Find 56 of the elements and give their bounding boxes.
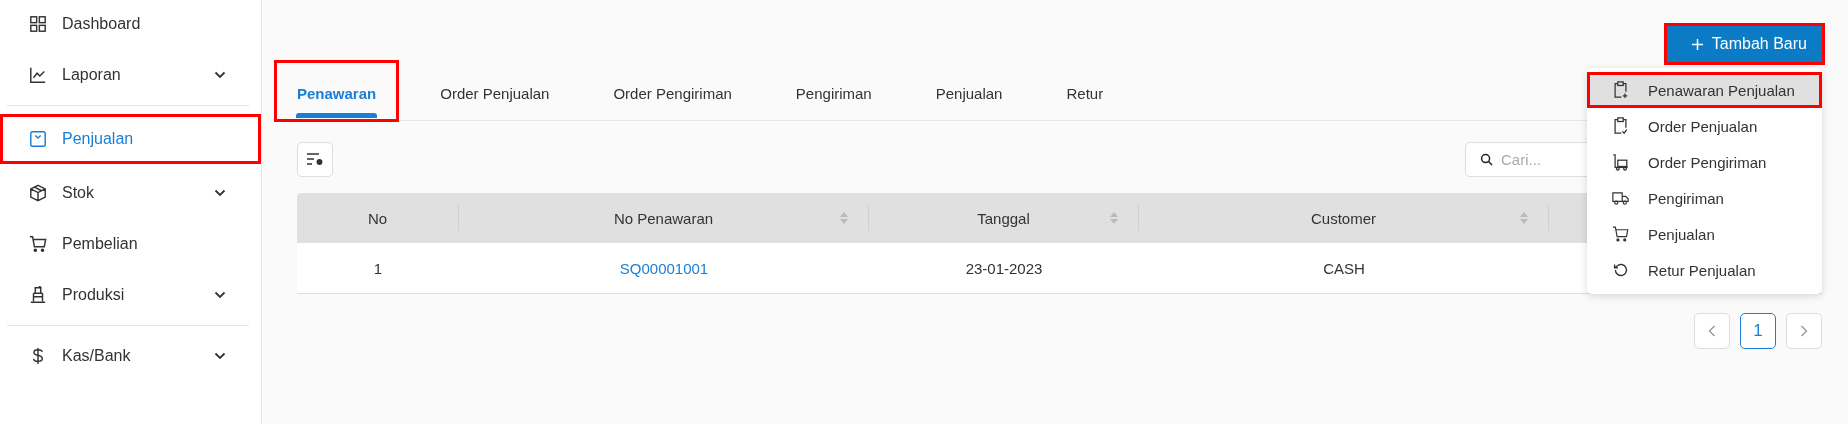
dolly-icon (1612, 153, 1629, 171)
next-page-button[interactable] (1786, 313, 1822, 349)
chevron-down-icon (214, 189, 226, 197)
document-link[interactable]: SQ00001001 (619, 259, 709, 277)
menu-item[interactable]: Order Pengiriman (1587, 144, 1822, 180)
sidebar-item[interactable]: Laporan (0, 53, 261, 97)
clipboard-check-icon (1612, 117, 1629, 135)
chevron-down-icon (214, 352, 226, 360)
sort-icon (840, 212, 848, 224)
previous-page-button[interactable] (1694, 313, 1730, 349)
sortable-column-header[interactable]: No Penawaran (459, 205, 869, 231)
tab[interactable]: Order Penjualan (419, 62, 571, 120)
add-new-button[interactable]: Tambah Baru (1666, 26, 1822, 62)
sortable-column-header[interactable]: Customer (1139, 205, 1549, 231)
chevron-right-icon (1800, 325, 1808, 337)
menu-item[interactable]: Order Penjualan (1587, 108, 1822, 144)
machine-icon (29, 286, 47, 304)
menu-item[interactable]: Pengiriman (1587, 180, 1822, 216)
grid-icon (29, 15, 47, 33)
page-button[interactable]: 1 (1740, 313, 1776, 349)
truck-icon (1612, 189, 1629, 207)
menu-item[interactable]: Retur Penjualan (1587, 252, 1822, 288)
sort-icon (1520, 212, 1528, 224)
sidebar-item[interactable]: Kas/Bank (0, 334, 261, 378)
cart-icon (1612, 225, 1629, 243)
column-settings-button[interactable] (297, 141, 333, 177)
tab[interactable]: Penjualan (914, 62, 1024, 120)
menu-item[interactable]: Penjualan (1587, 216, 1822, 252)
tab[interactable]: Retur (1045, 62, 1125, 120)
clipboard-plus-icon (1612, 81, 1629, 99)
chevron-left-icon (1708, 325, 1716, 337)
sidebar-item[interactable]: Dashboard (0, 2, 261, 46)
sidebar-item[interactable]: Pembelian (0, 222, 261, 266)
column-header: No (297, 205, 459, 231)
tab[interactable]: Order Pengiriman (592, 62, 753, 120)
bag-icon (29, 130, 47, 148)
search-icon (1480, 152, 1493, 166)
menu-item[interactable]: Penawaran Penjualan (1587, 72, 1822, 108)
sort-icon (1110, 212, 1118, 224)
tab[interactable]: Pengiriman (774, 62, 893, 120)
undo-icon (1612, 261, 1629, 279)
sidebar-item[interactable]: Penjualan (0, 114, 261, 164)
table-cell: 1 (373, 259, 383, 277)
cart-icon (29, 235, 47, 253)
tab[interactable]: Penawaran (276, 62, 398, 120)
sortable-column-header[interactable]: Tanggal (869, 205, 1139, 231)
chevron-down-icon (214, 291, 226, 299)
plus-icon (1690, 37, 1704, 51)
sidebar-item[interactable]: Stok (0, 171, 261, 215)
sidebar-item[interactable]: Produksi (0, 273, 261, 317)
table-cell: CASH (1323, 259, 1365, 277)
table-cell: 23-01-2023 (965, 259, 1043, 277)
chevron-down-icon (214, 71, 226, 79)
line-chart-icon (29, 66, 47, 84)
box-icon (29, 184, 47, 202)
list-settings-icon (306, 152, 324, 166)
